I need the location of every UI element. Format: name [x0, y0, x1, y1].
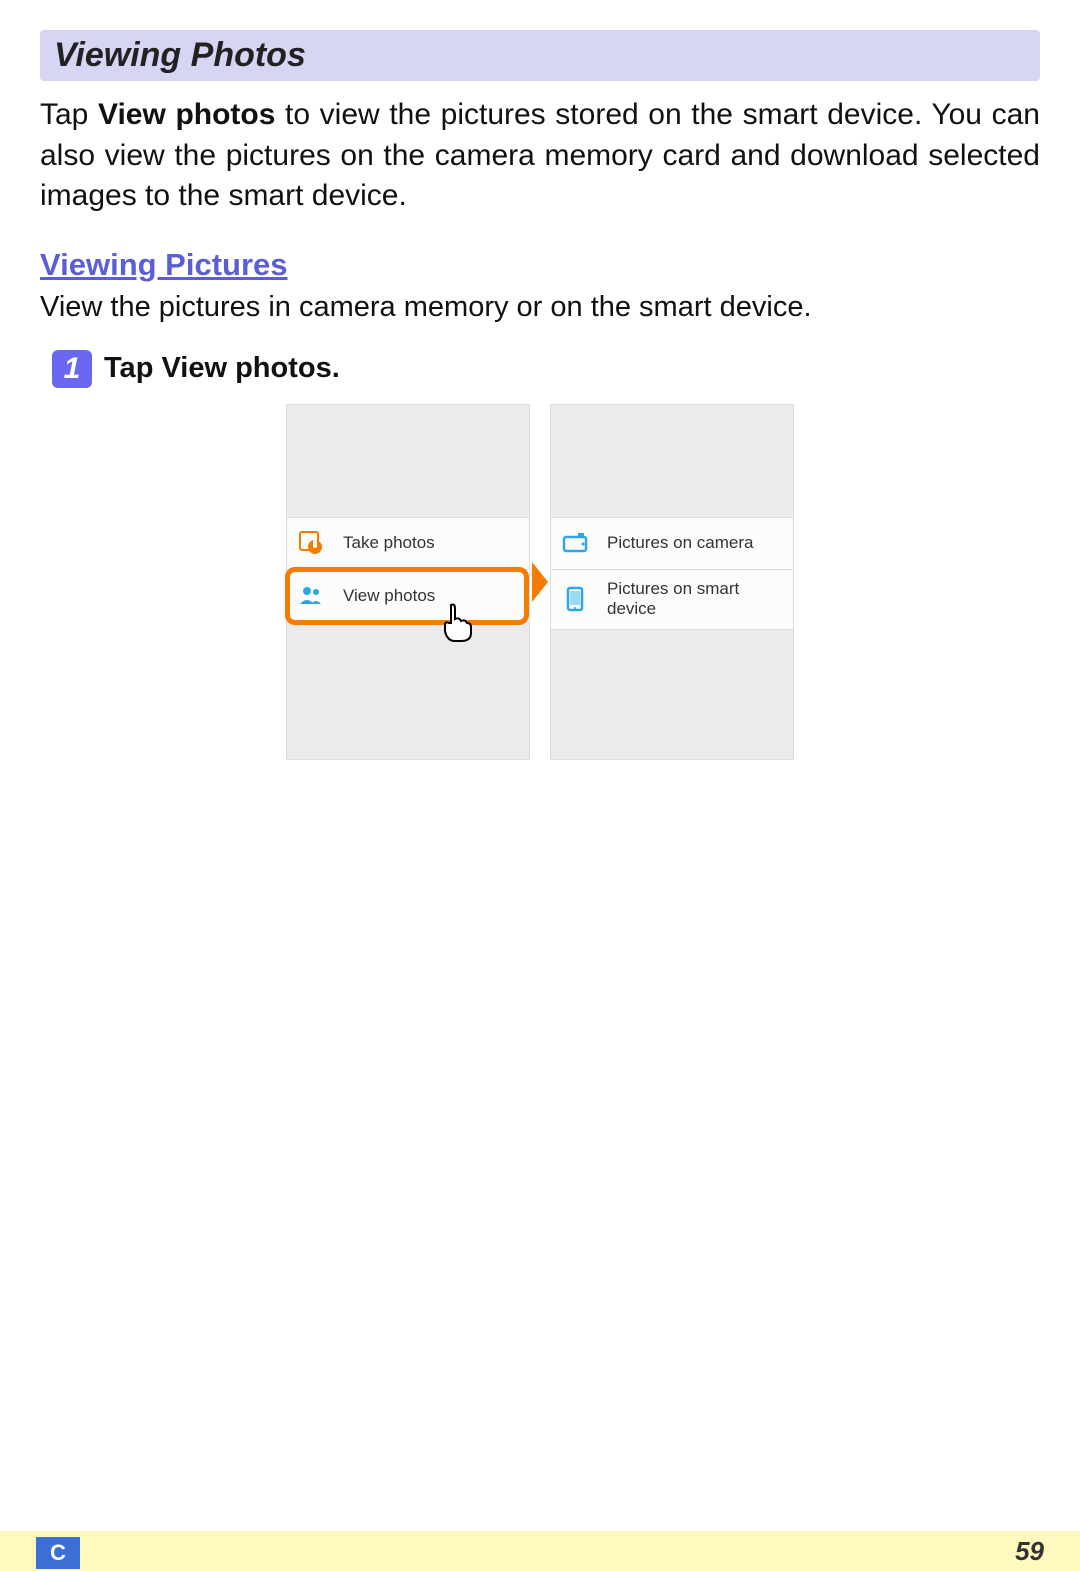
page-number: 59	[1015, 1536, 1044, 1567]
step-prefix: Tap	[104, 352, 161, 384]
screenshots-row: Take photos View photos	[40, 404, 1040, 760]
sub-heading: Viewing Pictures	[40, 247, 1040, 283]
section-heading: Viewing Photos	[40, 30, 1040, 81]
menu-item-view-photos[interactable]: View photos	[287, 570, 529, 623]
camera-tap-icon	[297, 529, 325, 557]
step-bold: View photos	[161, 352, 331, 384]
smart-device-icon	[561, 585, 589, 613]
right-app-screen: Pictures on camera Pictures on smart dev…	[550, 404, 794, 760]
sub-text: View the pictures in camera memory or on…	[40, 291, 1040, 324]
menu-item-pictures-smart-device[interactable]: Pictures on smart device	[551, 570, 793, 630]
menu-label: Pictures on camera	[607, 533, 753, 553]
intro-paragraph: Tap View photos to view the pictures sto…	[40, 95, 1040, 217]
step-suffix: .	[332, 352, 340, 384]
menu-label: Pictures on smart device	[607, 579, 783, 620]
step-number-badge: 1	[52, 350, 92, 388]
menu-item-pictures-camera[interactable]: Pictures on camera	[551, 517, 793, 570]
menu-item-take-photos[interactable]: Take photos	[287, 517, 529, 570]
left-app-screen: Take photos View photos	[286, 404, 530, 760]
step-row: 1 Tap View photos.	[52, 350, 1040, 388]
intro-prefix: Tap	[40, 98, 98, 131]
menu-label: Take photos	[343, 533, 435, 553]
section-tab: C	[36, 1537, 80, 1569]
step-instruction: Tap View photos.	[104, 352, 340, 385]
camera-device-icon	[561, 529, 589, 557]
arrow-right-icon	[532, 562, 548, 602]
page-footer: C 59	[0, 1531, 1080, 1571]
menu-label: View photos	[343, 586, 435, 606]
intro-bold: View photos	[98, 98, 275, 131]
people-icon	[297, 582, 325, 610]
